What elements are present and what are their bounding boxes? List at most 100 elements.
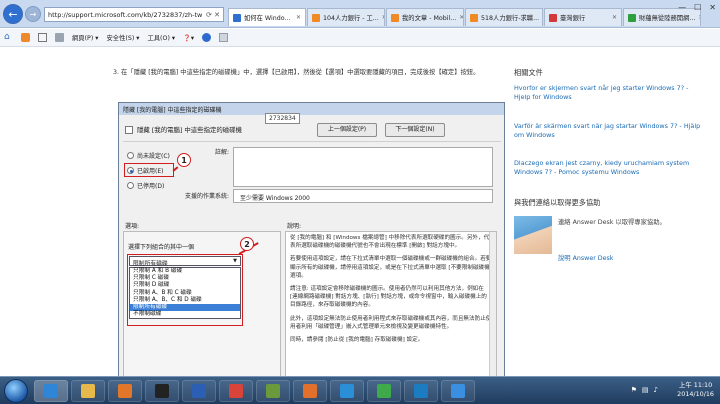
forward-button[interactable]: →	[25, 6, 41, 22]
taskbar: ⚑ ▤ ♪ 上午 11:10 2014/10/16	[0, 376, 720, 404]
radio-circle[interactable]	[127, 182, 134, 189]
site-favicon-icon	[312, 13, 320, 22]
answer-desk-link[interactable]: 說明 Answer Desk	[558, 254, 698, 263]
taskbar-app-green-app[interactable]	[367, 380, 401, 402]
related-heading: 相關文件	[514, 68, 543, 77]
help-paragraph: 從 [我的電腦] 和 [Windows 檔案總管] 中移除代表所選取硬碟的圖示。…	[290, 235, 490, 250]
radio-not-configured[interactable]: 尚未設定(C)	[127, 151, 170, 160]
help-scrollbar[interactable]	[489, 232, 496, 376]
help-label: 說明:	[287, 223, 302, 230]
taskbar-app-photos[interactable]	[256, 380, 290, 402]
related-link-1[interactable]: Hvorfor er skjermen svart når jeg starte…	[514, 84, 704, 102]
callout-2: 2	[240, 237, 254, 251]
browser-tab[interactable]: 如何在 Windo... ✕	[228, 8, 306, 26]
step-instruction: 3. 在「隱藏 [我的電腦] 中這些指定的磁碟機」中，選擇【已啟用】，然後從【選…	[113, 69, 480, 76]
site-favicon-icon	[628, 13, 636, 22]
window-controls: — ☐ ✕	[678, 3, 716, 12]
next-setting-button[interactable]: 下一個設定(N)	[385, 123, 445, 137]
drive-option[interactable]: 只限制 A、B 和 C 磁碟	[130, 290, 240, 297]
policy-dialog-screenshot: 隱藏 [我的電腦] 中這些指定的磁碟機 2732834 隱藏 [我的電腦] 中這…	[118, 102, 505, 376]
help-paragraph: 此外，這項設定無法防止使用者利用程式來存取磁碟機或其內容，而且無法防止使用者利用…	[290, 315, 492, 330]
help-paragraph: 請注意: 這項設定會移除磁碟機的圖示。使用者仍然可以利用其他方法，例如在 [連線…	[290, 286, 487, 309]
taskbar-app-explorer[interactable]	[71, 380, 105, 402]
page-content: 3. 在「隱藏 [我的電腦] 中這些指定的磁碟機」中，選擇【已啟用】，然後從【選…	[0, 48, 720, 376]
options-label: 選項:	[125, 223, 140, 230]
taskbar-app-word[interactable]	[182, 380, 216, 402]
taskbar-app-media[interactable]	[404, 380, 438, 402]
previous-setting-button[interactable]: 上一個設定(P)	[317, 123, 377, 137]
safety-menu[interactable]: 安全性(S) ▾	[106, 33, 139, 42]
radio-label: 尚未設定(C)	[137, 153, 170, 160]
tools-menu[interactable]: 工具(O) ▾	[147, 33, 175, 42]
address-text: http://support.microsoft.com/kb/2732837/…	[48, 10, 203, 19]
maximize-button[interactable]: ☐	[694, 3, 701, 12]
back-button[interactable]: ←	[3, 4, 23, 24]
bluetooth-icon[interactable]	[202, 33, 212, 42]
chevron-down-icon[interactable]: ▼	[233, 258, 237, 264]
start-button[interactable]	[4, 379, 28, 403]
arrow-right-icon: →	[29, 9, 37, 19]
arrow-left-icon: ←	[8, 7, 18, 21]
close-tab-icon[interactable]: ✕	[698, 14, 700, 21]
help-menu[interactable]: ❓▾	[183, 34, 194, 42]
taskbar-app-video[interactable]	[330, 380, 364, 402]
refresh-icon[interactable]: ⟳ ✕	[206, 11, 220, 19]
policy-icon	[125, 125, 133, 134]
clock-time: 上午 11:10	[678, 381, 713, 389]
related-link-2[interactable]: Varför är skärmen svart när jag startar …	[514, 122, 704, 140]
video-icon	[340, 384, 354, 398]
browser-title-bar: ← → http://support.microsoft.com/kb/2732…	[0, 0, 720, 28]
cmd-icon	[155, 384, 169, 398]
close-tab-icon[interactable]: ✕	[459, 14, 463, 21]
browser-tab[interactable]: 104人力銀行 - 工...✕	[307, 8, 385, 26]
enabled-highlight-box	[124, 163, 174, 177]
close-button[interactable]: ✕	[709, 3, 716, 12]
comment-textarea[interactable]	[233, 147, 493, 187]
taskbar-app-cmd[interactable]	[145, 380, 179, 402]
ie-icon	[44, 384, 58, 398]
clock-date: 2014/10/16	[677, 390, 714, 398]
site-favicon-icon	[549, 13, 557, 22]
drive-select[interactable]: 限制所有磁碟 ▼	[129, 256, 241, 267]
taskbar-app-ie[interactable]	[34, 380, 68, 402]
tab-title: 財蘊無從陸務開網...	[639, 15, 696, 22]
browser-tab[interactable]: 518人力銀行-求職...✕	[465, 8, 543, 26]
related-link-3[interactable]: Dlaczego ekran jest czarny, kiedy urucha…	[514, 159, 704, 177]
combo-label: 選擇下列組合的其中一個	[128, 244, 195, 251]
flag-icon[interactable]: ⚑	[631, 386, 637, 394]
firefox-icon	[303, 384, 317, 398]
site-favicon-icon	[391, 13, 399, 22]
drive-option[interactable]: 只限制 D 磁碟	[130, 282, 240, 289]
media-player-icon	[118, 384, 132, 398]
clock[interactable]: 上午 11:10 2014/10/16	[677, 381, 714, 399]
network-icon[interactable]: ▤	[642, 386, 649, 394]
close-tab-icon[interactable]: ✕	[296, 14, 301, 21]
taskbar-app-firefox[interactable]	[293, 380, 327, 402]
radio-disabled[interactable]: 已停用(D)	[127, 181, 164, 190]
taskbar-app-media-player[interactable]	[108, 380, 142, 402]
drive-option[interactable]: 不限制磁碟	[130, 311, 240, 318]
radio-circle[interactable]	[127, 152, 134, 159]
feeds-icon[interactable]	[21, 33, 30, 42]
taskbar-app-ie-pinned[interactable]	[441, 380, 475, 402]
print-icon[interactable]	[55, 33, 64, 42]
home-icon[interactable]: ⌂	[4, 33, 13, 42]
taskbar-app-chrome[interactable]	[219, 380, 253, 402]
help-paragraph: 若要使用這項設定，請在下拉式清單中選取一個磁碟機或一群磁碟機的組合。若要顯示所有…	[290, 256, 492, 279]
dialog-title: 隱藏 [我的電腦] 中這些指定的磁碟機	[119, 103, 504, 115]
dialog-heading-text: 隱藏 [我的電腦] 中這些指定的磁碟機	[137, 126, 242, 134]
address-bar[interactable]: http://support.microsoft.com/kb/2732837/…	[44, 7, 224, 22]
close-tab-icon[interactable]: ✕	[612, 14, 617, 21]
addon-icon[interactable]	[219, 33, 229, 42]
tab-title: 如何在 Windo...	[244, 15, 291, 22]
page-menu[interactable]: 網頁(P) ▾	[72, 33, 98, 42]
mail-icon[interactable]	[38, 33, 47, 42]
browser-tab[interactable]: 我的文章 - Mobil... ✕	[386, 8, 464, 26]
browser-tab[interactable]: 臺灣銀行 ✕	[544, 8, 622, 26]
close-tab-icon[interactable]: ✕	[382, 14, 384, 21]
close-tab-icon[interactable]: ✕	[542, 14, 543, 21]
agent-photo	[514, 216, 552, 254]
minimize-button[interactable]: —	[678, 3, 686, 12]
volume-icon[interactable]: ♪	[654, 386, 658, 394]
drive-option[interactable]: 只限制 A、B、C 和 D 磁碟	[130, 297, 240, 304]
